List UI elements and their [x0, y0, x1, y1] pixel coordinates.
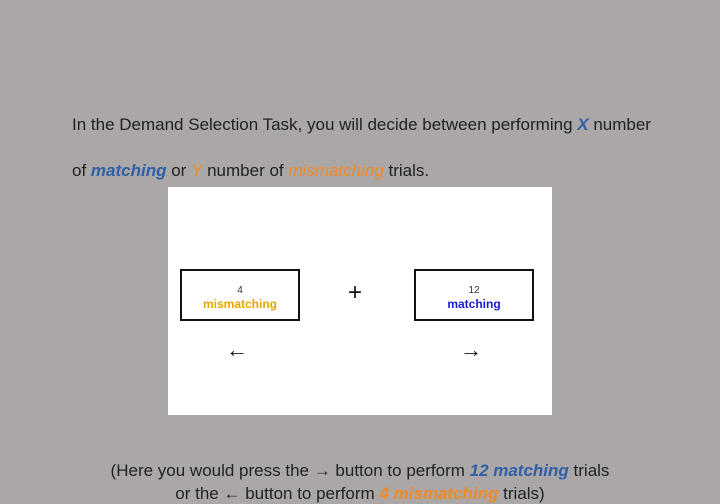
intro-line2-suffix: trials. [383, 161, 430, 180]
left-choice-label: mismatching [202, 297, 277, 311]
intro-line1-prefix: In the Demand Selection Task, you will d… [72, 115, 578, 134]
instruction-line-1: (Here you would press the → button to pe… [0, 461, 720, 481]
right-arrow-glyph-icon: → [313, 461, 331, 480]
intro-line2-or: or [166, 161, 192, 180]
left-arrow-icon: ← [226, 337, 248, 362]
left-choice-box: 4 mismatching [180, 269, 300, 321]
intro-line2-prefix: of [72, 161, 91, 180]
right-choice-label: matching [447, 297, 501, 311]
instruction-line-2: or the ← button to perform 4 mismatching… [0, 484, 720, 504]
instr2-suffix: trials) [498, 484, 545, 503]
left-arrow-glyph-icon: ← [223, 484, 241, 503]
mismatching-word: mismatching [288, 161, 384, 180]
intro-line2-mid: number of [202, 161, 289, 180]
matching-word: matching [90, 161, 167, 180]
instr1-prefix: (Here you would press the [110, 461, 314, 480]
instr1-mid: button to perform [330, 461, 470, 480]
instr2-highlight: 4 mismatching [379, 484, 499, 503]
instr2-mid: button to perform [240, 484, 380, 503]
fixation-cross: + [348, 279, 363, 306]
right-choice-count: 12 [468, 285, 480, 296]
intro-line1-suffix: number [588, 115, 651, 134]
instr2-prefix: or the [175, 484, 224, 503]
right-choice-box: 12 matching [414, 269, 534, 321]
intro-line-2: of matching or Y number of mismatching t… [72, 161, 429, 181]
example-screen: 4 mismatching + 12 matching ← → [168, 187, 552, 415]
x-variable: X [577, 115, 589, 134]
intro-line-1: In the Demand Selection Task, you will d… [72, 115, 651, 135]
instr1-suffix: trials [568, 461, 610, 480]
instr1-highlight: 12 matching [469, 461, 569, 480]
y-variable: Y [191, 161, 203, 180]
right-arrow-icon: → [460, 337, 482, 362]
left-choice-count: 4 [237, 285, 243, 296]
